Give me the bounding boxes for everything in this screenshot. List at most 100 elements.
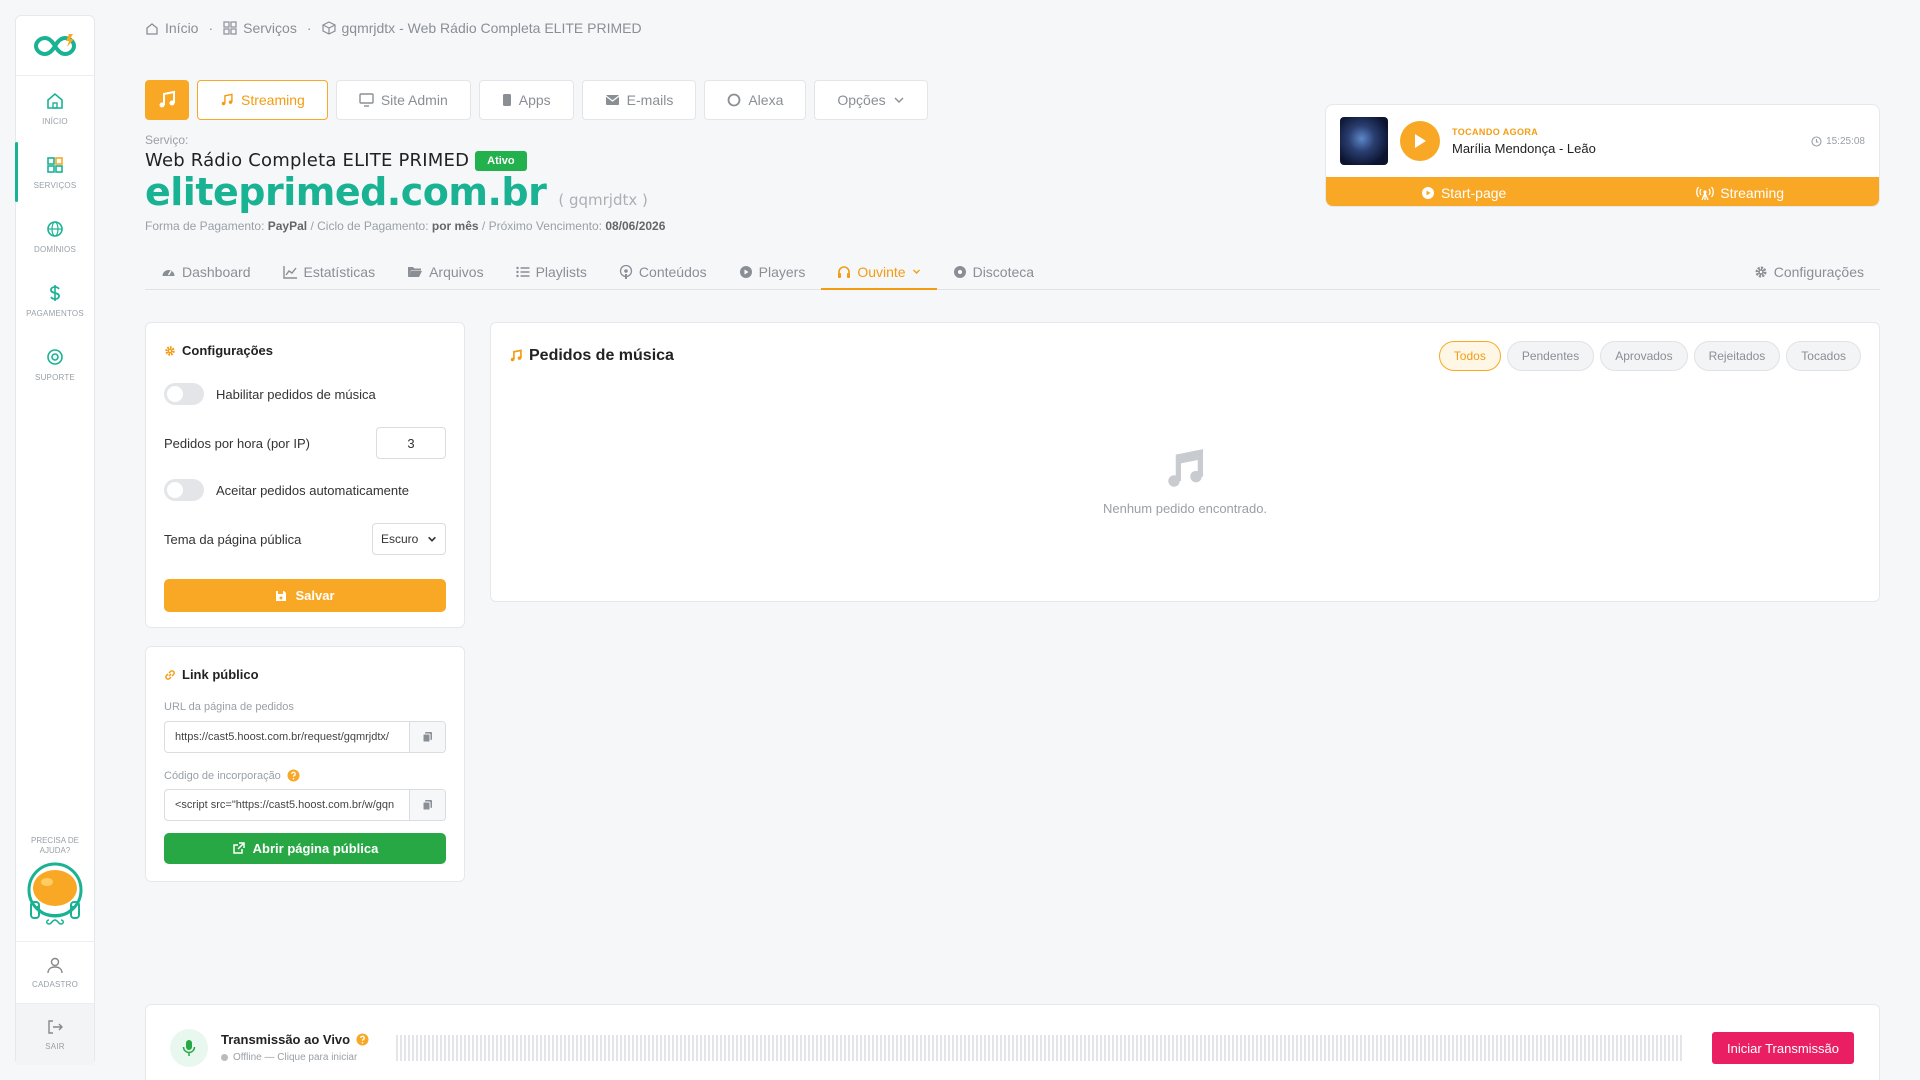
play-circle-icon — [739, 265, 752, 278]
music-note-icon — [1168, 449, 1204, 487]
tab-discoteca[interactable]: Discoteca — [937, 255, 1050, 290]
account-button[interactable]: CADASTRO — [16, 941, 94, 1003]
gear-icon — [165, 345, 175, 356]
tab-settings[interactable]: Configurações — [1738, 255, 1880, 290]
streaming-link[interactable]: Streaming — [1696, 185, 1784, 201]
theme-select[interactable]: Escuro — [372, 523, 446, 555]
payment-label: Forma de Pagamento: — [145, 219, 265, 233]
theme-row: Tema da página pública Escuro — [164, 523, 446, 555]
tab-streaming[interactable]: Streaming — [197, 80, 328, 120]
help-text-line2: AJUDA? — [39, 846, 71, 855]
copy-url-button[interactable] — [409, 722, 445, 752]
sidebar-item-servicos[interactable]: SERVIÇOS — [15, 140, 94, 204]
music-note-icon — [510, 349, 522, 362]
enable-requests-toggle[interactable] — [164, 383, 204, 405]
open-public-page-button[interactable]: Abrir página pública — [164, 833, 446, 864]
save-icon — [276, 590, 287, 601]
sidebar-item-suporte[interactable]: SUPORTE — [16, 332, 94, 396]
breadcrumb-services[interactable]: Serviços — [223, 20, 297, 36]
config-card: Configurações Habilitar pedidos de músic… — [145, 322, 465, 628]
cycle-label: / Ciclo de Pagamento: — [310, 219, 429, 233]
sidebar-item-label: PAGAMENTOS — [26, 308, 84, 318]
save-button-label: Salvar — [295, 588, 335, 603]
public-link-header: Link público — [164, 667, 259, 682]
filter-pendentes[interactable]: Pendentes — [1506, 341, 1595, 371]
mic-button[interactable] — [170, 1029, 208, 1067]
cycle-value: por mês — [431, 219, 479, 233]
filter-aprovados[interactable]: Aprovados — [1600, 341, 1688, 371]
tab-playlists[interactable]: Playlists — [500, 255, 603, 290]
chevron-down-icon — [428, 536, 436, 542]
external-link-icon — [232, 842, 245, 854]
sidebar-item-inicio[interactable]: INÍCIO — [16, 76, 94, 140]
tab-options[interactable]: Opções — [814, 80, 928, 120]
enable-requests-label: Habilitar pedidos de música — [216, 386, 376, 402]
broadcast-tower-icon — [1696, 186, 1715, 200]
requests-per-hour-input[interactable]: 3 — [376, 427, 446, 459]
request-url-value[interactable]: https://cast5.hoost.com.br/request/gqmrj… — [165, 722, 409, 752]
filter-tocados[interactable]: Tocados — [1786, 341, 1861, 371]
live-broadcast-bar: Transmissão ao Vivo Offline — Clique par… — [145, 1004, 1880, 1080]
tab-contents[interactable]: Conteúdos — [603, 255, 723, 290]
breadcrumb-current-label: gqmrjdtx - Web Rádio Completa ELITE PRIM… — [341, 20, 642, 36]
start-page-link[interactable]: Start-page — [1421, 185, 1506, 201]
help-circle-icon[interactable] — [287, 769, 300, 782]
due-label: / Próximo Vencimento: — [481, 219, 602, 233]
chevron-down-icon — [912, 269, 920, 274]
alexa-icon — [727, 93, 741, 107]
embed-code-field[interactable]: <script src="https://cast5.hoost.com.br/… — [164, 789, 446, 821]
live-status: Offline — Clique para iniciar — [233, 1052, 358, 1063]
home-icon — [146, 23, 158, 35]
empty-state-text: Nenhum pedido encontrado. — [1102, 501, 1268, 516]
play-button[interactable] — [1400, 121, 1440, 161]
config-title: Configurações — [182, 343, 274, 358]
tab-files[interactable]: Arquivos — [391, 255, 499, 290]
tab-site-admin[interactable]: Site Admin — [335, 80, 471, 120]
auto-accept-label: Aceitar pedidos automaticamente — [216, 482, 409, 498]
requests-title: Pedidos de música — [529, 347, 674, 364]
tab-alexa[interactable]: Alexa — [704, 80, 807, 120]
filter-todos[interactable]: Todos — [1438, 341, 1501, 371]
tab-emails[interactable]: E-mails — [581, 80, 697, 120]
now-playing-label: TOCANDO AGORA — [1452, 126, 1539, 137]
breadcrumb-home[interactable]: Início — [145, 20, 198, 36]
support-mascot-icon[interactable] — [27, 860, 83, 932]
filter-rejeitados[interactable]: Rejeitados — [1693, 341, 1781, 371]
status-badge: Ativo — [475, 150, 527, 171]
live-title-row: Transmissão ao Vivo — [221, 1032, 369, 1047]
tab-statistics[interactable]: Estatísticas — [267, 255, 392, 290]
request-url-field[interactable]: https://cast5.hoost.com.br/request/gqmrj… — [164, 721, 446, 753]
embed-code-label-row: Código de incorporação — [164, 769, 300, 782]
music-note-icon — [221, 93, 233, 106]
sidebar-bottom: CADASTRO SAIR — [16, 941, 94, 1065]
sidebar-item-dominios[interactable]: DOMÍNIOS — [16, 204, 94, 268]
help-section[interactable]: PRECISA DE AJUDA? — [16, 836, 94, 935]
infinity-logo-icon — [33, 33, 77, 56]
now-playing-widget: TOCANDO AGORA Marília Mendonça - Leão 15… — [1325, 104, 1880, 207]
sidebar-item-pagamentos[interactable]: PAGAMENTOS — [16, 268, 94, 332]
tab-listener[interactable]: Ouvinte — [821, 255, 937, 290]
tab-dashboard[interactable]: Dashboard — [145, 255, 267, 290]
tab-players[interactable]: Players — [723, 255, 822, 290]
start-broadcast-button[interactable]: Iniciar Transmissão — [1712, 1032, 1854, 1064]
logout-button[interactable]: SAIR — [16, 1003, 94, 1065]
record-vinyl-icon — [953, 265, 966, 278]
breadcrumb-home-label: Início — [165, 20, 199, 36]
music-service-button[interactable] — [145, 80, 189, 120]
help-circle-icon[interactable] — [356, 1033, 369, 1046]
status-dot — [221, 1054, 228, 1061]
tachometer-icon — [162, 269, 175, 276]
logout-icon — [48, 1020, 63, 1034]
live-status-row[interactable]: Offline — Clique para iniciar — [221, 1052, 357, 1063]
sidebar: INÍCIO SERVIÇOS DOMÍNIOS PAGAMENTOS SUPO… — [15, 15, 95, 1065]
tab-apps[interactable]: Apps — [478, 80, 574, 120]
copy-embed-button[interactable] — [409, 790, 445, 820]
sidebar-item-label: DOMÍNIOS — [33, 244, 77, 254]
brand-logo[interactable] — [16, 16, 94, 76]
list-icon — [515, 266, 530, 277]
auto-accept-toggle[interactable] — [164, 479, 204, 501]
sidebar-item-label: SERVIÇOS — [33, 180, 77, 190]
embed-code-value[interactable]: <script src="https://cast5.hoost.com.br/… — [165, 790, 409, 820]
requests-card: Pedidos de música Todos Pendentes Aprova… — [490, 322, 1880, 602]
save-button[interactable]: Salvar — [164, 579, 446, 612]
